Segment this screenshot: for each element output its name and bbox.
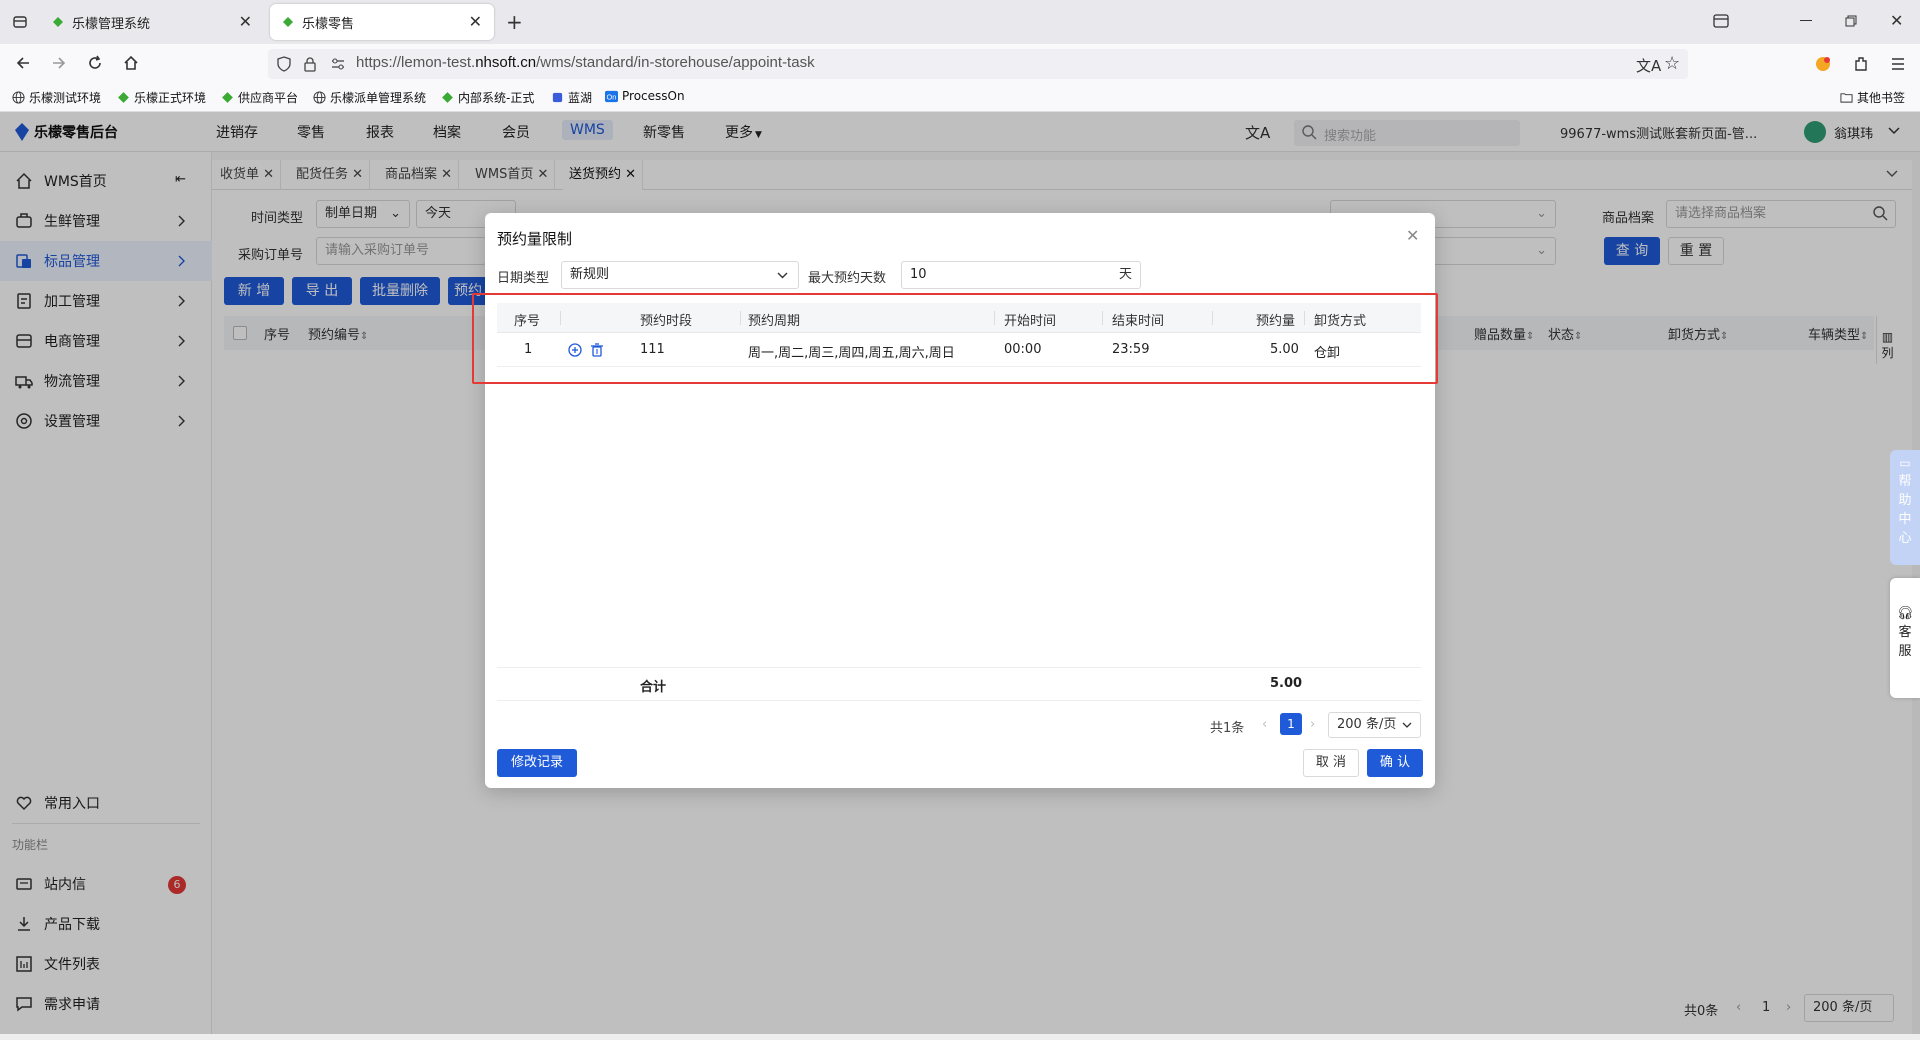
restore-icon[interactable] <box>1845 15 1857 27</box>
close-tab-icon[interactable]: ✕ <box>239 12 252 31</box>
bookmark-item[interactable]: On ProcessOn <box>605 89 685 103</box>
bottom-edge <box>0 1034 1920 1040</box>
svg-text:On: On <box>607 92 617 101</box>
browser-tab-title: 乐檬管理系统 <box>72 16 151 32</box>
globe-icon <box>313 91 326 104</box>
minimize-icon[interactable] <box>1800 20 1812 21</box>
lemon-favicon-icon <box>118 92 129 103</box>
lemon-favicon-icon <box>53 17 63 27</box>
chevron-down-icon <box>1402 722 1412 728</box>
bookmark-label: ProcessOn <box>622 89 685 103</box>
summary-quantity: 5.00 <box>1270 676 1303 691</box>
url-text[interactable]: https://lemon-test.nhsoft.cn/wms/standar… <box>356 54 815 71</box>
tab-list-icon[interactable] <box>12 14 28 30</box>
cancel-button[interactable]: 取 消 <box>1303 749 1359 777</box>
lock-icon[interactable] <box>302 56 318 72</box>
summary-label: 合计 <box>640 680 667 695</box>
close-window-icon[interactable]: ✕ <box>1890 11 1903 30</box>
chevron-down-icon <box>777 272 788 279</box>
bookmark-item[interactable]: 内部系统-正式 <box>441 89 534 106</box>
bookmark-item[interactable]: 乐檬测试环境 <box>12 89 101 106</box>
lanhu-icon <box>552 92 563 103</box>
bookmark-item[interactable]: 供应商平台 <box>221 89 298 106</box>
url-prefix: https://lemon-test. <box>356 54 476 71</box>
lemon-favicon-icon <box>222 92 233 103</box>
extensions-icon[interactable] <box>1852 55 1870 73</box>
bookmark-item[interactable]: 乐檬派单管理系统 <box>313 89 426 106</box>
other-bookmarks-label: 其他书签 <box>1857 91 1906 105</box>
bookmark-label: 蓝湖 <box>568 91 593 105</box>
bookmark-item[interactable]: 蓝湖 <box>551 89 592 106</box>
prev-page-icon[interactable]: ‹ <box>1262 717 1267 732</box>
back-icon[interactable] <box>14 54 32 72</box>
max-days-unit: 天 <box>1118 267 1132 282</box>
globe-icon <box>12 91 25 104</box>
page-size-select[interactable]: 200 条/页 <box>1328 712 1421 738</box>
customer-service[interactable]: 🎧︎ 客 服 <box>1890 578 1920 698</box>
forward-icon[interactable] <box>50 54 68 72</box>
bookmark-label: 乐檬测试环境 <box>29 91 102 105</box>
other-bookmarks[interactable]: 其他书签 <box>1840 89 1905 106</box>
page-size-value: 200 条/页 <box>1337 717 1397 732</box>
dialog-title: 预约量限制 <box>497 230 573 248</box>
url-domain: nhsoft.cn <box>475 54 537 71</box>
help-label-char: 中 <box>1898 512 1912 527</box>
next-page-icon[interactable]: › <box>1310 717 1315 732</box>
date-type-select[interactable]: 新规则 <box>561 261 799 289</box>
help-icon: ▭ <box>1899 456 1911 470</box>
service-label-char: 客 <box>1898 625 1912 640</box>
bookmark-label: 内部系统-正式 <box>458 91 535 105</box>
bookmark-item[interactable]: 乐檬正式环境 <box>117 89 206 106</box>
permissions-icon[interactable] <box>330 56 346 72</box>
home-icon[interactable] <box>122 54 140 72</box>
bookmark-label: 供应商平台 <box>238 91 299 105</box>
confirm-button[interactable]: 确 认 <box>1367 749 1423 777</box>
headset-icon: 🎧︎ <box>1896 606 1914 621</box>
help-label-char: 助 <box>1898 493 1912 508</box>
menu-icon[interactable] <box>1890 55 1906 73</box>
max-days-input[interactable]: 10 天 <box>901 261 1141 289</box>
bookmark-label: 乐檬正式环境 <box>134 91 207 105</box>
window-tabs-icon[interactable] <box>1713 14 1729 28</box>
new-tab-icon[interactable]: + <box>506 10 523 34</box>
modification-history-button[interactable]: 修改记录 <box>497 749 577 777</box>
service-label-char: 服 <box>1898 644 1912 659</box>
shield-icon[interactable] <box>276 56 292 72</box>
browser-tab-active[interactable]: 乐檬零售 ✕ <box>270 4 494 40</box>
max-days-value: 10 <box>910 267 927 282</box>
lemon-favicon-icon <box>283 17 293 27</box>
star-icon[interactable]: ☆ <box>1664 53 1680 74</box>
page-number-active[interactable]: 1 <box>1280 713 1302 735</box>
browser-tab-title: 乐檬零售 <box>302 16 355 32</box>
folder-icon <box>1840 93 1853 103</box>
date-type-value: 新规则 <box>570 267 610 282</box>
close-icon[interactable]: ✕ <box>1406 226 1419 245</box>
lemon-favicon-icon <box>442 92 453 103</box>
translate-icon[interactable]: 文A <box>1636 55 1661 76</box>
highlight-box <box>472 293 1438 384</box>
date-type-label: 日期类型 <box>497 271 550 286</box>
help-label-char: 心 <box>1898 531 1912 546</box>
processon-icon: On <box>605 90 618 102</box>
max-days-label: 最大预约天数 <box>808 271 887 286</box>
url-path: /wms/standard/in-storehouse/appoint-task <box>536 54 815 71</box>
profile-icon[interactable] <box>1814 55 1832 73</box>
help-center[interactable]: ▭ 帮 助 中 心 <box>1890 450 1920 565</box>
close-tab-icon[interactable]: ✕ <box>469 12 482 31</box>
reload-icon[interactable] <box>86 54 104 72</box>
browser-tab[interactable]: 乐檬管理系统 ✕ <box>40 4 264 40</box>
bookmark-label: 乐檬派单管理系统 <box>330 91 427 105</box>
help-label-char: 帮 <box>1898 474 1912 489</box>
dialog-total: 共1条 <box>1210 721 1245 736</box>
